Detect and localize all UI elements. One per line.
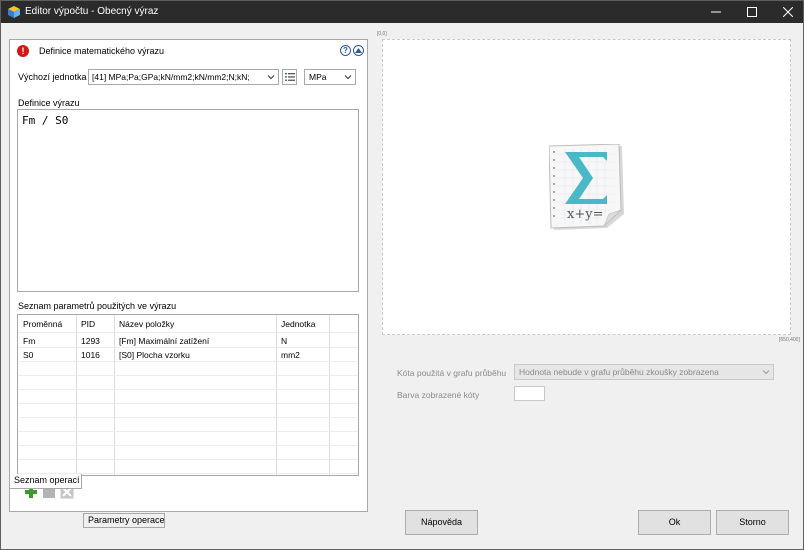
cancel-button[interactable]: Storno [716, 510, 789, 535]
table-header: Proměnná PID Název položky Jednotka [18, 315, 358, 333]
table-cell: [Fm] Maximální zatížení [119, 336, 210, 346]
dimension-color-label: Barva zobrazené kóty [397, 390, 480, 400]
table-row-empty [18, 432, 358, 446]
close-button[interactable] [770, 1, 804, 23]
dimension-color-picker[interactable] [514, 386, 545, 401]
table-cell: 1016 [81, 350, 100, 360]
default-unit-label: Výchozí jednotka [18, 72, 87, 82]
editor-window: Editor výpočtu - Obecný výraz ! Definice… [0, 0, 804, 550]
column-header[interactable]: Jednotka [276, 315, 329, 333]
table-row-empty [18, 404, 358, 418]
unit-list-button[interactable] [282, 69, 297, 85]
list-icon [284, 73, 295, 81]
section-title: Definice matematického výrazu [39, 46, 165, 56]
app-cube-icon [8, 6, 20, 18]
chevron-down-icon [762, 370, 770, 375]
window-title: Editor výpočtu - Obecný výraz [25, 6, 159, 17]
maximize-icon [747, 7, 757, 17]
unit-value: MPa [309, 72, 327, 82]
table-cell: S0 [23, 350, 34, 360]
expression-editor[interactable]: Fm / S0 [17, 109, 359, 292]
table-row[interactable]: Fm 1293 [Fm] Maximální zatížení N [18, 334, 358, 348]
table-cell: N [281, 336, 288, 346]
extent-coordinate-label: [650,400] [779, 337, 800, 343]
unit-select[interactable]: MPa [304, 69, 356, 85]
graph-preview: [0,0] [650,400] x+y= [377, 31, 800, 343]
tab-operations-list[interactable]: Seznam operací [9, 474, 82, 489]
table-cell: [S0] Plocha vzorku [119, 350, 190, 360]
chevron-down-icon [344, 75, 352, 80]
graph-dimension-value: Hodnota nebude v grafu průběhu zkoušky z… [519, 367, 719, 377]
column-header[interactable]: Proměnná [18, 315, 76, 333]
table-cell: mm2 [281, 350, 300, 360]
ok-button[interactable]: Ok [638, 510, 711, 535]
help-icon[interactable]: ? [340, 45, 351, 56]
table-row-empty [18, 390, 358, 404]
chevron-down-icon [267, 75, 275, 80]
table-row-empty [18, 418, 358, 432]
table-row-empty [18, 362, 358, 376]
collapse-up-icon[interactable] [353, 45, 364, 56]
graph-dimension-select[interactable]: Hodnota nebude v grafu průběhu zkoušky z… [514, 364, 774, 380]
expression-label: Definice výrazu [18, 98, 80, 108]
params-list-label: Seznam parametrů použitých ve výrazu [18, 301, 177, 311]
unit-group-select[interactable]: [41] MPa;Pa;GPa;kN/mm2;kN/mm2;N;kN; [88, 69, 279, 85]
close-icon [783, 7, 793, 17]
maximize-button[interactable] [734, 1, 770, 23]
column-header[interactable]: Název položky [114, 315, 276, 333]
help-button[interactable]: Nápověda [405, 510, 478, 535]
table-row-empty [18, 446, 358, 460]
formula-icon-text: x+y= [567, 207, 603, 222]
params-table[interactable]: Proměnná PID Název položky Jednotka Fm 1… [17, 314, 359, 476]
warning-icon: ! [17, 45, 29, 57]
sigma-formula-icon: x+y= [549, 144, 624, 230]
table-cell: 1293 [81, 336, 100, 346]
minimize-button[interactable] [698, 1, 734, 23]
tab-operation-parameters[interactable]: Parametry operace [83, 513, 165, 528]
definition-panel: ! Definice matematického výrazu ? Výchoz… [9, 39, 368, 512]
table-row[interactable]: S0 1016 [S0] Plocha vzorku mm2 [18, 348, 358, 362]
column-header[interactable]: PID [76, 315, 114, 333]
table-cell: Fm [23, 336, 36, 346]
minimize-icon [711, 11, 721, 13]
unit-group-value: [41] MPa;Pa;GPa;kN/mm2;kN/mm2;N;kN; [92, 72, 250, 82]
table-row-empty [18, 460, 358, 474]
title-bar[interactable]: Editor výpočtu - Obecný výraz [1, 1, 803, 23]
origin-coordinate-label: [0,0] [377, 31, 387, 37]
graph-dimension-label: Kóta použitá v grafu průběhu [397, 368, 507, 378]
table-row-empty [18, 376, 358, 390]
